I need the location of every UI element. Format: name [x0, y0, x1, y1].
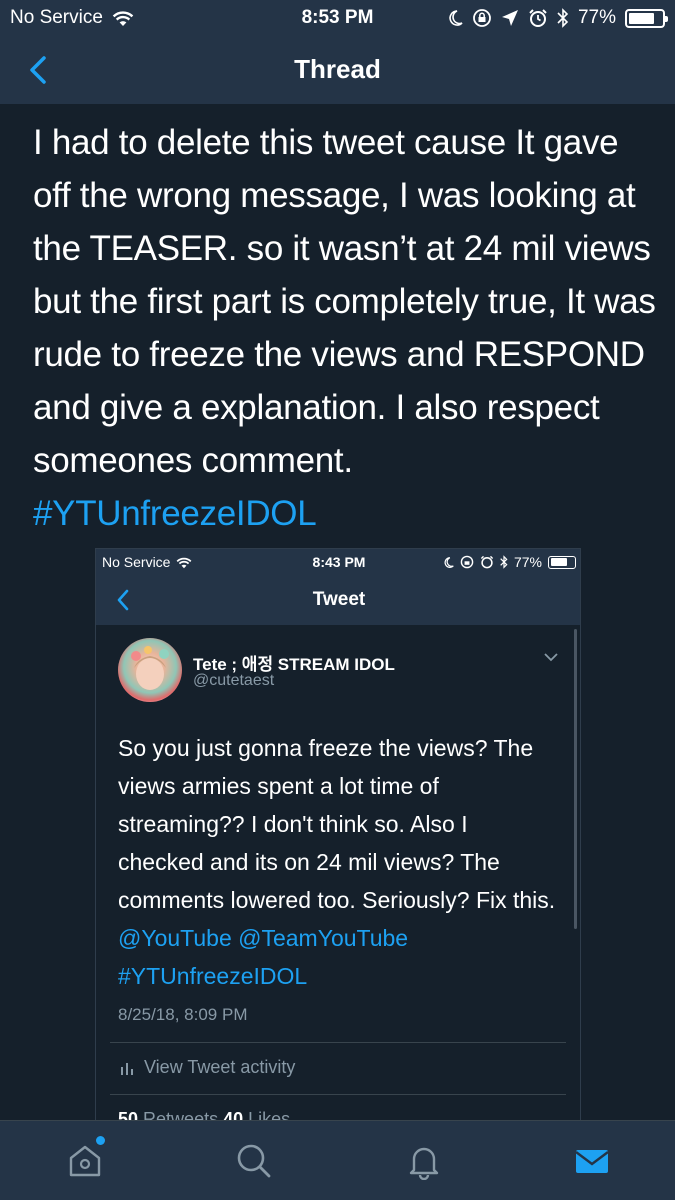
- embedded-screenshot: No Service 8:43 PM 77% Tweet Tete ; 애정 S…: [95, 548, 581, 1128]
- status-right: 77%: [447, 7, 668, 29]
- embedded-battery-icon: [548, 555, 576, 569]
- view-tweet-activity: View Tweet activity: [120, 1057, 295, 1078]
- battery-level: [629, 12, 654, 24]
- embedded-nav-bar: Tweet: [96, 575, 580, 625]
- tab-bar: [0, 1120, 675, 1200]
- search-icon: [237, 1144, 271, 1178]
- embedded-moon-icon: [444, 556, 454, 568]
- nav-bar: Thread: [0, 36, 675, 104]
- tweet-date: 8/25/18, 8:09 PM: [118, 1005, 248, 1024]
- avatar-face-icon: [131, 646, 169, 690]
- bar-chart-icon: [121, 1062, 133, 1075]
- embedded-status-right: 77%: [443, 554, 576, 570]
- author-handle: @cutetaest: [193, 672, 275, 689]
- chevron-down-icon: [544, 653, 558, 662]
- rotation-lock-icon: [473, 9, 491, 27]
- tweet-body: I had to delete this tweet cause It gave…: [33, 116, 658, 540]
- status-bar: No Service 8:53 PM 77%: [0, 0, 675, 36]
- tab-messages[interactable]: [572, 1141, 612, 1181]
- embedded-bluetooth-icon: [500, 555, 508, 569]
- battery-icon: [625, 8, 668, 28]
- embedded-page-title: Tweet: [312, 589, 366, 610]
- mention-youtube: @YouTube: [118, 925, 232, 951]
- battery-percent: 77%: [577, 7, 616, 28]
- embedded-tweet-text: So you just gonna freeze the views? The …: [118, 729, 558, 995]
- notification-dot: [96, 1136, 105, 1145]
- location-icon: [501, 10, 518, 26]
- hashtag-link[interactable]: #YTUnfreezeIDOL: [33, 494, 317, 533]
- mail-icon: [575, 1150, 609, 1173]
- divider: [110, 1094, 566, 1095]
- divider: [110, 1042, 566, 1043]
- embedded-tweet-body: So you just gonna freeze the views? The …: [118, 735, 556, 913]
- alarm-icon: [529, 9, 547, 27]
- bell-icon: [409, 1147, 439, 1180]
- tab-search[interactable]: [234, 1141, 274, 1181]
- embedded-alarm-icon: [480, 555, 494, 569]
- embedded-rotation-lock-icon: [460, 555, 474, 569]
- activity-label: View Tweet activity: [144, 1057, 296, 1077]
- moon-icon: [449, 10, 463, 26]
- page-title: Thread: [294, 54, 381, 84]
- tab-home[interactable]: [65, 1136, 105, 1181]
- bluetooth-icon: [557, 8, 569, 28]
- tweet-text: I had to delete this tweet cause It gave…: [33, 123, 656, 480]
- embedded-battery-percent: 77%: [513, 554, 542, 570]
- tab-notifications[interactable]: [404, 1141, 444, 1181]
- embedded-status-bar: No Service 8:43 PM 77%: [96, 549, 580, 575]
- home-icon: [69, 1145, 101, 1177]
- mention-teamyoutube: @TeamYouTube: [238, 925, 409, 951]
- avatar: [118, 638, 182, 702]
- embedded-scrollbar: [574, 629, 577, 929]
- embedded-battery-level: [550, 558, 568, 566]
- embedded-hashtag: #YTUnfreezeIDOL: [118, 963, 308, 989]
